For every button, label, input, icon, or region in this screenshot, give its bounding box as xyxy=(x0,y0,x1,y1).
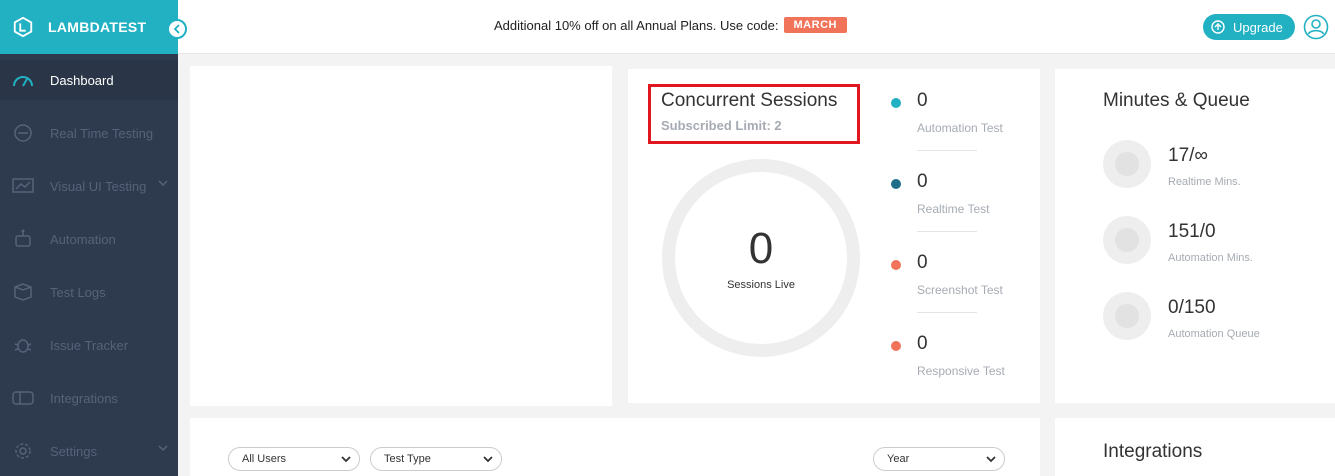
chevron-down-icon xyxy=(158,180,168,187)
sidebar-item-label: Automation xyxy=(50,231,116,247)
integrations-title: Integrations xyxy=(1103,441,1203,462)
sidebar-item-label: Dashboard xyxy=(50,72,114,88)
stat-divider xyxy=(917,312,977,313)
gauge-icon xyxy=(12,69,34,91)
automation-queue-icon xyxy=(1103,292,1151,340)
brand-name: LAMBDATEST xyxy=(48,19,147,35)
automation-queue-label: Automation Queue xyxy=(1168,328,1260,340)
realtime-test-count: 0 xyxy=(917,171,928,192)
sidebar-item-label: Visual UI Testing xyxy=(50,178,147,194)
stat-divider xyxy=(917,231,977,232)
automation-test-count: 0 xyxy=(917,90,928,111)
user-avatar-icon[interactable] xyxy=(1303,14,1329,40)
screenshot-dot xyxy=(891,260,901,270)
robot-icon xyxy=(12,228,34,250)
promo-text: Additional 10% off on all Annual Plans. … xyxy=(494,17,779,33)
sidebar-item-dashboard[interactable]: Dashboard xyxy=(0,60,178,100)
sidebar-item-integrations[interactable]: Integrations xyxy=(0,378,178,418)
stat-divider xyxy=(917,150,977,151)
box-icon xyxy=(12,281,34,303)
automation-test-label: Automation Test xyxy=(917,121,1003,135)
test-type-select-value: Test Type xyxy=(384,453,431,465)
realtime-dot xyxy=(891,179,901,189)
upgrade-button[interactable]: Upgrade xyxy=(1203,14,1295,40)
automation-minutes-label: Automation Mins. xyxy=(1168,252,1253,264)
test-type-select[interactable]: Test Type xyxy=(370,447,502,471)
sidebar-item-issue-tracker[interactable]: Issue Tracker xyxy=(0,325,178,365)
sidebar-item-real-time-testing[interactable]: Real Time Testing xyxy=(0,113,178,153)
sessions-live-count: 0 xyxy=(748,224,774,273)
users-select-value: All Users xyxy=(242,453,287,465)
plug-icon xyxy=(12,387,34,409)
automation-minutes-value: 151/0 xyxy=(1168,221,1216,242)
sidebar-item-label: Settings xyxy=(50,443,97,459)
chevron-down-icon xyxy=(341,456,351,463)
responsive-test-count: 0 xyxy=(917,333,928,354)
responsive-dot xyxy=(891,341,901,351)
top-bar: Additional 10% off on all Annual Plans. … xyxy=(178,0,1335,54)
chevron-down-icon xyxy=(986,456,996,463)
period-select[interactable]: Year xyxy=(873,447,1005,471)
promo-banner: Additional 10% off on all Annual Plans. … xyxy=(494,17,847,33)
realtime-minutes-icon xyxy=(1103,140,1151,188)
sidebar-item-visual-ui-testing[interactable]: Visual UI Testing xyxy=(0,166,178,206)
chevron-down-icon xyxy=(483,456,493,463)
upgrade-label: Upgrade xyxy=(1233,19,1283,35)
chevron-left-icon xyxy=(173,24,180,34)
screenshot-test-count: 0 xyxy=(917,252,928,273)
lambdatest-logo-icon xyxy=(13,16,33,38)
period-select-value: Year xyxy=(887,453,910,465)
brand-header[interactable]: LAMBDATEST xyxy=(0,0,178,54)
sidebar-item-settings[interactable]: Settings xyxy=(0,431,178,471)
screenshot-test-label: Screenshot Test xyxy=(917,283,1003,297)
automation-dot xyxy=(891,98,901,108)
arrow-up-circle-icon xyxy=(1211,20,1225,34)
realtime-minutes-label: Realtime Mins. xyxy=(1168,176,1241,188)
highlight-box xyxy=(648,84,860,144)
sidebar-item-label: Test Logs xyxy=(50,284,106,300)
sidebar-collapse-button[interactable] xyxy=(167,19,187,39)
clock-icon xyxy=(12,122,34,144)
chevron-down-icon xyxy=(158,445,168,452)
bug-icon xyxy=(12,334,34,356)
sidebar-item-label: Real Time Testing xyxy=(50,125,154,141)
sidebar-item-test-logs[interactable]: Test Logs xyxy=(0,272,178,312)
automation-queue-value: 0/150 xyxy=(1168,297,1216,318)
sidebar-item-label: Integrations xyxy=(50,390,118,406)
minutes-queue-title: Minutes & Queue xyxy=(1103,90,1250,111)
realtime-test-label: Realtime Test xyxy=(917,202,990,216)
promo-code-badge: MARCH xyxy=(783,17,847,33)
blank-card xyxy=(190,66,612,406)
sidebar: LAMBDATEST Dashboard Real Time Testing V… xyxy=(0,0,178,476)
sidebar-item-label: Issue Tracker xyxy=(50,337,129,353)
gear-icon xyxy=(12,440,34,462)
sessions-live-label: Sessions Live xyxy=(727,279,795,291)
realtime-minutes-value: 17/∞ xyxy=(1168,145,1208,166)
users-select[interactable]: All Users xyxy=(228,447,360,471)
sidebar-item-automation[interactable]: Automation xyxy=(0,219,178,259)
responsive-test-label: Responsive Test xyxy=(917,364,1005,378)
monitor-icon xyxy=(12,175,34,197)
automation-minutes-icon xyxy=(1103,216,1151,264)
